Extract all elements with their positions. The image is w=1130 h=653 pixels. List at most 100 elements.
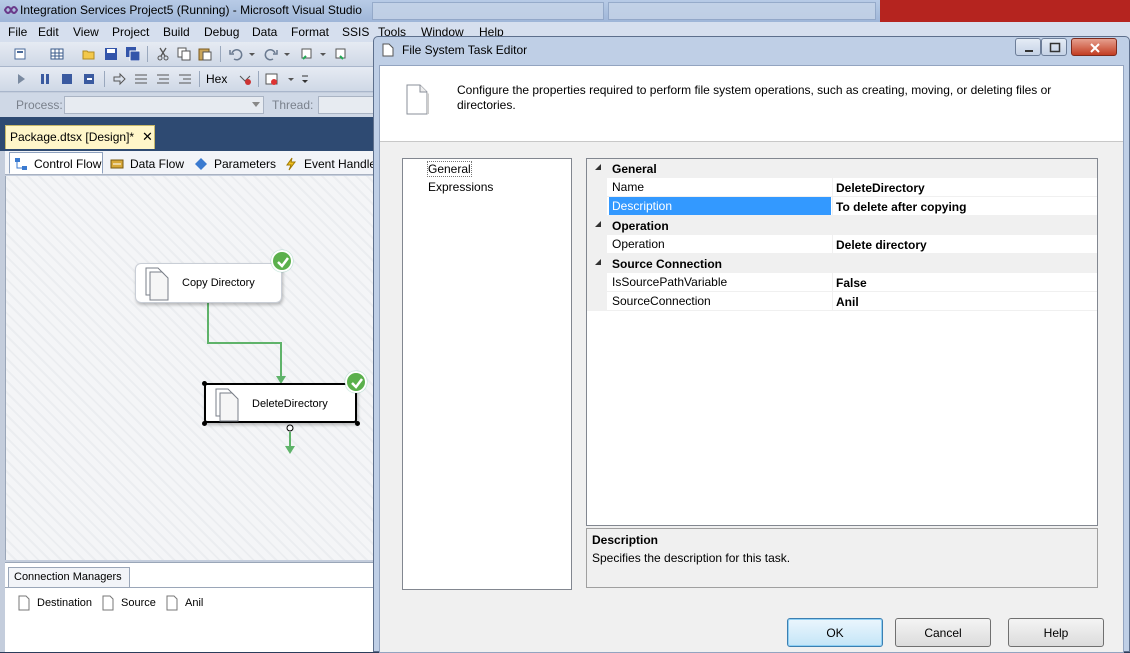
redo-icon[interactable] (264, 47, 278, 61)
category-operation[interactable]: Operation (587, 216, 1097, 235)
step-into-icon[interactable] (134, 72, 148, 86)
menu-build[interactable]: Build (163, 25, 190, 39)
menu-project[interactable]: Project (112, 25, 149, 39)
menu-format[interactable]: Format (291, 25, 329, 39)
property-row-operation[interactable]: Operation Delete directory (587, 235, 1097, 254)
precedence-constraint[interactable] (6, 176, 380, 560)
collapse-arrow-icon[interactable] (595, 259, 602, 266)
table-icon[interactable] (50, 47, 64, 61)
thread-combo[interactable] (318, 96, 378, 114)
toolbar-separator (220, 46, 221, 62)
tab-label: Data Flow (130, 157, 185, 171)
nav-item-general[interactable]: General (403, 160, 571, 178)
close-icon[interactable]: ✕ (142, 129, 153, 145)
undo-icon[interactable] (229, 47, 243, 61)
description-text: Specifies the description for this task. (592, 551, 791, 565)
tab-connection-managers[interactable]: Connection Managers (8, 567, 130, 587)
property-value[interactable]: False (836, 276, 867, 290)
property-name: Description (609, 197, 831, 215)
toolbar-separator (199, 71, 200, 87)
property-value[interactable]: DeleteDirectory (836, 181, 925, 195)
menu-ssis[interactable]: SSIS (342, 25, 369, 39)
close-button[interactable] (1071, 38, 1117, 56)
step-out-icon[interactable] (178, 72, 192, 86)
chevron-down-icon[interactable] (316, 47, 330, 61)
toolbar-options-icon[interactable] (298, 72, 312, 86)
category-general[interactable]: General (587, 159, 1097, 178)
menu-edit[interactable]: Edit (38, 25, 59, 39)
chevron-down-icon[interactable] (280, 47, 294, 61)
success-check-icon (345, 371, 367, 393)
process-combo[interactable] (64, 96, 264, 114)
restart-icon[interactable] (82, 72, 96, 86)
package-design-tab[interactable]: Package.dtsx [Design]* ✕ (5, 125, 155, 149)
selection-handle[interactable] (202, 421, 207, 426)
selection-handle[interactable] (202, 381, 207, 386)
help-button[interactable]: Help (1008, 618, 1104, 647)
success-check-icon (271, 250, 293, 272)
toolbar-separator (104, 71, 105, 87)
tab-data-flow[interactable]: Data Flow (105, 152, 187, 174)
minimize-button[interactable] (1015, 38, 1041, 56)
menu-view[interactable]: View (73, 25, 99, 39)
vs-window-title: Integration Services Project5 (Running) … (20, 3, 362, 17)
category-source-connection[interactable]: Source Connection (587, 254, 1097, 273)
property-value[interactable]: Anil (836, 295, 859, 309)
menu-file[interactable]: File (8, 25, 27, 39)
cut-icon[interactable] (156, 47, 170, 61)
copy-icon[interactable] (177, 47, 191, 61)
collapse-arrow-icon[interactable] (595, 221, 602, 228)
nav-item-expressions[interactable]: Expressions (403, 178, 571, 196)
column-divider (832, 235, 833, 254)
tab-event-handlers[interactable]: Event Handlers (279, 152, 386, 174)
menu-data[interactable]: Data (252, 25, 277, 39)
paste-icon[interactable] (198, 47, 212, 61)
category-label: General (612, 162, 657, 176)
connection-label: Source (121, 597, 156, 609)
save-icon[interactable] (104, 47, 118, 61)
maximize-icon (1049, 42, 1061, 53)
file-system-task-icon (215, 388, 239, 422)
tab-label: Parameters (214, 157, 277, 171)
navigate-forward-icon[interactable] (334, 47, 348, 61)
category-label: Source Connection (612, 257, 723, 271)
tab-parameters[interactable]: Parameters (189, 152, 277, 174)
collapse-arrow-icon[interactable] (595, 164, 602, 171)
save-all-icon[interactable] (126, 47, 140, 61)
add-item-icon[interactable] (14, 47, 28, 61)
cancel-button[interactable]: Cancel (895, 618, 991, 647)
property-row-source-connection[interactable]: SourceConnection Anil (587, 292, 1097, 311)
property-value[interactable]: Delete directory (836, 238, 927, 252)
chevron-down-icon[interactable] (245, 47, 259, 61)
step-over-icon[interactable] (156, 72, 170, 86)
hex-toggle-button[interactable]: Hex (206, 72, 227, 86)
chevron-down-icon[interactable] (284, 72, 298, 86)
task-copy-directory[interactable]: Copy Directory (135, 263, 282, 303)
ok-button[interactable]: OK (787, 618, 883, 647)
control-flow-canvas[interactable]: Copy Directory DeleteDirectory (5, 176, 380, 560)
property-row-is-source-path-variable[interactable]: IsSourcePathVariable False (587, 273, 1097, 292)
nav-item-label: Expressions (428, 180, 494, 194)
pause-icon[interactable] (38, 72, 52, 86)
property-row-name[interactable]: Name DeleteDirectory (587, 178, 1097, 197)
property-value[interactable]: To delete after copying (836, 200, 966, 214)
maximize-button[interactable] (1041, 38, 1067, 56)
file-system-task-icon (406, 84, 429, 115)
connection-manager-list: Destination Source Anil (5, 587, 380, 653)
task-delete-directory[interactable]: DeleteDirectory (204, 383, 357, 423)
navigate-backward-icon[interactable] (300, 47, 314, 61)
menu-debug[interactable]: Debug (204, 25, 239, 39)
property-row-description[interactable]: Description To delete after copying (587, 197, 1097, 216)
tab-control-flow[interactable]: Control Flow (9, 152, 103, 174)
breakpoint-window-icon[interactable] (238, 72, 252, 86)
selection-handle[interactable] (355, 421, 360, 426)
tab-label: Control Flow (34, 157, 102, 171)
continue-icon[interactable] (14, 72, 28, 86)
standard-toolbar (0, 42, 380, 67)
stop-icon[interactable] (60, 72, 74, 86)
open-folder-icon[interactable] (82, 47, 96, 61)
breakpoints-icon[interactable] (265, 72, 279, 86)
show-next-statement-icon[interactable] (112, 72, 126, 86)
connection-label: Destination (37, 597, 93, 609)
event-handlers-icon (286, 157, 296, 171)
